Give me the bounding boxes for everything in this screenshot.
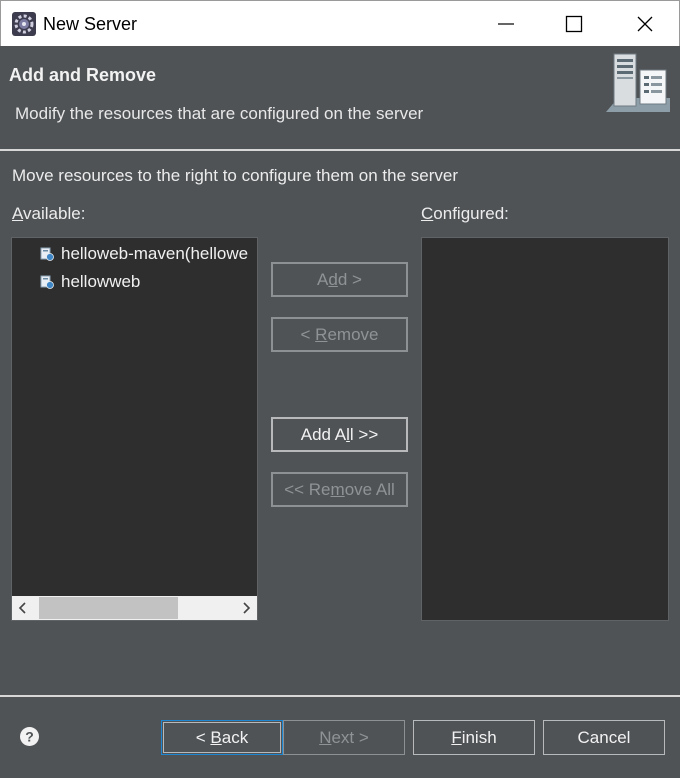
svg-text:?: ?: [25, 729, 34, 745]
scrollbar-thumb[interactable]: [39, 597, 178, 619]
page-title: Add and Remove: [9, 65, 157, 85]
back-button[interactable]: < Back: [161, 720, 283, 755]
horizontal-scrollbar[interactable]: [12, 596, 257, 620]
available-list[interactable]: helloweb-maven(hellowe hellowweb: [11, 237, 258, 621]
close-button[interactable]: [622, 1, 668, 47]
help-icon[interactable]: ?: [19, 726, 40, 747]
wizard-header: Add and Remove Modify the resources that…: [0, 46, 680, 150]
server-icon: [606, 53, 670, 112]
title-bar: New Server: [0, 0, 680, 46]
page-description: Modify the resources that are configured…: [15, 104, 424, 123]
instruction-text: Move resources to the right to configure…: [12, 166, 459, 185]
eclipse-gear-icon: [12, 12, 36, 36]
add-all-button[interactable]: Add All >>: [271, 417, 408, 452]
next-button[interactable]: Next >: [283, 720, 405, 755]
available-label: Available:: [12, 204, 86, 223]
footer-separator: [0, 695, 680, 697]
remove-button[interactable]: < Remove: [271, 317, 408, 352]
scroll-right-icon[interactable]: [235, 596, 257, 620]
window-title: New Server: [43, 14, 138, 34]
web-project-icon: [40, 247, 54, 261]
configured-label: Configured:: [421, 204, 509, 223]
web-project-icon: [40, 275, 54, 289]
maximize-button[interactable]: [551, 1, 597, 47]
remove-all-button[interactable]: << Re m ove All: [271, 472, 408, 507]
minimize-button[interactable]: [483, 1, 529, 47]
close-icon: [637, 16, 653, 32]
add-button[interactable]: Add >: [271, 262, 408, 297]
list-item[interactable]: hellowweb: [40, 270, 140, 294]
finish-button[interactable]: Finish: [413, 720, 535, 755]
minimize-icon: [498, 23, 514, 25]
scroll-left-icon[interactable]: [12, 596, 34, 620]
configured-list[interactable]: [421, 237, 669, 621]
header-separator: [0, 149, 680, 151]
maximize-icon: [565, 15, 583, 33]
cancel-button[interactable]: Cancel: [543, 720, 665, 755]
list-item[interactable]: helloweb-maven(hellowe: [40, 242, 248, 266]
